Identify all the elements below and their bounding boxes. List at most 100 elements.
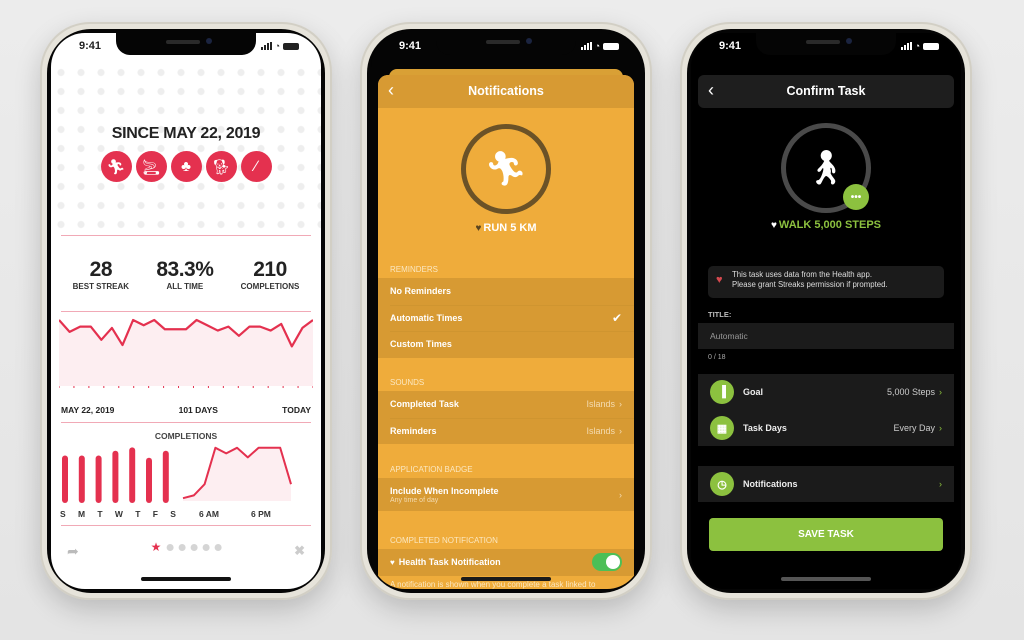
weekday-bar (112, 450, 119, 503)
wifi-icon: ◔ (594, 41, 600, 51)
footnote: A notification is shown when you complet… (390, 580, 596, 589)
row-notifications[interactable]: ◷ Notifications › (698, 466, 954, 502)
chevron-right-icon: › (939, 387, 942, 397)
row-include-when-incomplete[interactable]: Include When Incomplete Any time of day › (378, 478, 634, 511)
axis-tick (297, 386, 299, 388)
notifications-screen: 9:41 ◔ ‹ Notifications 🏃︎ ♥ RUN 5 KM REMI… (371, 33, 641, 589)
heart-icon: ♥ (716, 274, 723, 286)
chevron-right-icon: › (619, 425, 622, 436)
section-header-sounds: SOUNDS (390, 378, 425, 387)
chevron-right-icon: › (619, 489, 622, 500)
page-dot[interactable] (178, 543, 186, 551)
dog-icon[interactable]: 🐕︎ (205, 151, 237, 182)
chevron-right-icon: › (939, 479, 942, 489)
phone-confirm-task: 9:41 ◔ ‹ Confirm Task 🚶︎ ••• ♥ WALK 5,000… (680, 22, 972, 600)
home-indicator (781, 577, 871, 581)
weekday-bar (129, 447, 136, 503)
nav-title: Confirm Task (786, 84, 866, 98)
row-reminders-sound[interactable]: Reminders Islands › (378, 417, 634, 445)
title-label: TITLE: (708, 310, 732, 319)
habit-icons: 🏃︎ 🚬︎ ♣ 🐕︎ ∕ (51, 151, 321, 182)
hour-area (183, 447, 291, 501)
weekday-bar-chart (62, 447, 169, 503)
page-dots[interactable]: ★ (151, 541, 222, 553)
divider (61, 311, 311, 312)
more-options-button[interactable]: ••• (843, 184, 869, 210)
axis-tick (267, 386, 269, 388)
start-date-label: MAY 22, 2019 (61, 405, 115, 415)
no-smoking-icon[interactable]: 🚬︎ (135, 151, 167, 182)
axis-tick (237, 386, 239, 388)
character-count: 0 / 18 (708, 354, 726, 361)
axis-tick (88, 386, 90, 388)
title-input[interactable]: Automatic (698, 323, 954, 349)
phone-notifications: 9:41 ◔ ‹ Notifications 🏃︎ ♥ RUN 5 KM REMI… (360, 22, 652, 600)
weekday-label: T (135, 509, 141, 519)
hour-tick-label: 6 PM (251, 509, 271, 519)
task-ring: 🏃︎ (461, 124, 551, 214)
section-header-completed: COMPLETED NOTIFICATION (390, 536, 498, 545)
axis-tick (312, 386, 313, 388)
status-time: 9:41 (719, 40, 742, 52)
axis-tick (178, 386, 180, 388)
stat-all-time: 83.3% ALL TIME (156, 258, 214, 291)
running-icon[interactable]: 🏃︎ (100, 151, 132, 182)
sounds-group: Completed Task Islands › Reminders Islands › (378, 391, 634, 444)
stat-completions: 210 COMPLETIONS (240, 258, 300, 291)
heart-icon: ♥ (475, 223, 482, 234)
phone-stats: 9:41 ◔ SINCE MAY 22, 2019 🏃︎ 🚬︎ ♣ 🐕︎ ∕ 2… (40, 22, 332, 600)
option-automatic-times[interactable]: Automatic Times ✔ (378, 304, 634, 332)
close-icon[interactable]: ✖ (294, 543, 305, 559)
chevron-right-icon: › (939, 423, 942, 433)
heart-icon: ♥ (390, 557, 395, 567)
task-name: ♥ RUN 5 KM (475, 222, 537, 234)
reminders-group: No Reminders Automatic Times ✔ Custom Tim… (378, 278, 634, 358)
option-no-reminders[interactable]: No Reminders (378, 278, 634, 305)
row-completed-task-sound[interactable]: Completed Task Islands › (378, 391, 634, 418)
axis-tick (222, 386, 224, 388)
row-task-days[interactable]: ▦ Task Days Every Day › (698, 410, 954, 446)
row-goal[interactable]: ▐ Goal 5,000 Steps › (698, 374, 954, 410)
notifications-sheet: ‹ Notifications 🏃︎ ♥ RUN 5 KM REMINDERS N… (378, 75, 634, 589)
weekday-label: S (60, 509, 66, 519)
option-custom-times[interactable]: Custom Times (378, 331, 634, 358)
walking-icon: 🚶︎ (804, 149, 848, 187)
weekday-bar (95, 455, 102, 503)
axis-tick (282, 386, 284, 388)
page-dot[interactable] (214, 543, 222, 551)
badge-group: Include When Incomplete Any time of day › (378, 478, 634, 511)
weekday-label: S (170, 509, 176, 519)
active-page-star-icon[interactable]: ★ (151, 541, 162, 553)
nav-bar: ‹ Notifications (378, 75, 634, 108)
weekday-label: F (152, 509, 158, 519)
completed-group: ♥ Health Task Notification (378, 549, 634, 576)
carrot-icon[interactable]: ♣ (170, 151, 202, 182)
notifications-group: ◷ Notifications › (698, 466, 954, 502)
wifi-icon: ◔ (274, 41, 280, 51)
divider (61, 525, 311, 526)
axis-tick (252, 386, 254, 388)
save-task-button[interactable]: SAVE TASK (709, 518, 943, 551)
page-dot[interactable] (166, 543, 174, 551)
history-axis-labels: MAY 22, 2019 101 DAYS TODAY (61, 405, 311, 415)
battery-icon (923, 42, 939, 50)
app-showcase: 9:41 ◔ SINCE MAY 22, 2019 🏃︎ 🚬︎ ♣ 🐕︎ ∕ 2… (0, 0, 1024, 640)
section-header-reminders: REMINDERS (390, 265, 439, 274)
page-dot[interactable] (202, 543, 210, 551)
nav-bar: ‹ Confirm Task (698, 75, 954, 108)
span-label: 101 DAYS (178, 405, 218, 415)
wifi-icon: ◔ (914, 41, 920, 51)
status-bar: 9:41 ◔ (51, 38, 321, 56)
weekday-label: W (114, 509, 123, 519)
axis-tick (73, 386, 75, 388)
page-dot[interactable] (190, 543, 198, 551)
toothbrush-icon[interactable]: ∕ (240, 151, 272, 182)
health-notification-toggle[interactable] (592, 553, 622, 571)
status-time: 9:41 (399, 40, 422, 52)
since-title: SINCE MAY 22, 2019 (111, 125, 261, 142)
share-icon[interactable]: ➦ (67, 543, 79, 560)
stats-row: 28 BEST STREAK 83.3% ALL TIME 210 COMPLETIO… (51, 258, 321, 291)
axis-tick (192, 386, 194, 388)
weekday-label: M (77, 509, 86, 519)
home-indicator (141, 577, 231, 581)
